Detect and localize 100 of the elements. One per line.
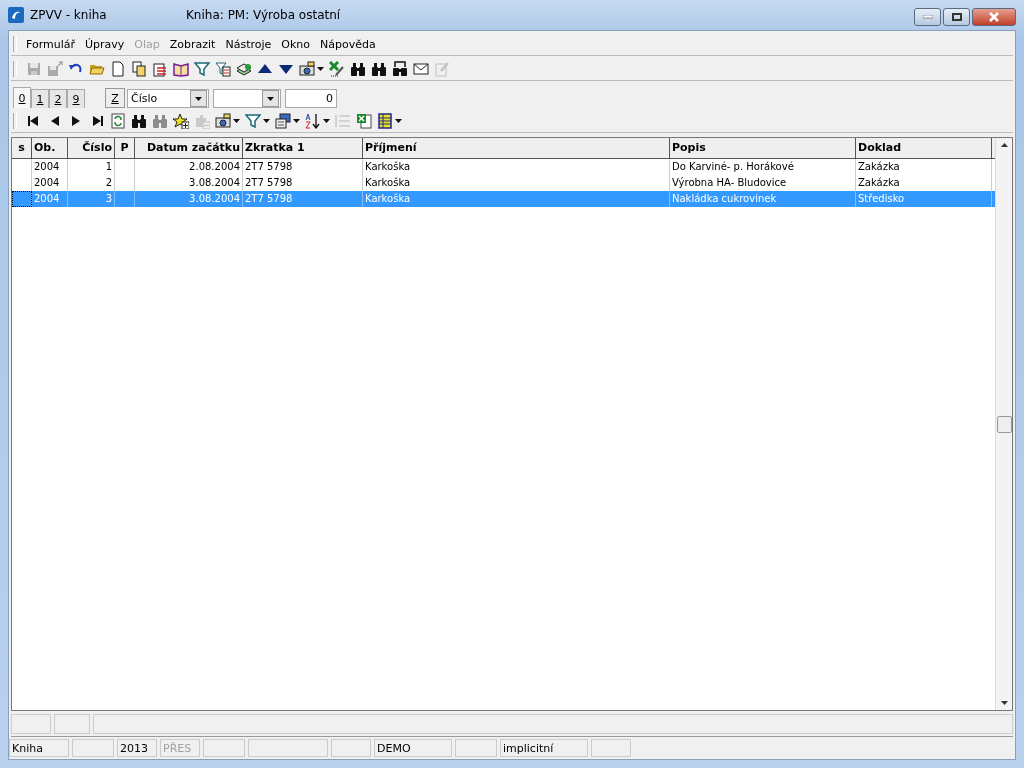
status-panel xyxy=(591,739,631,757)
menu-item[interactable]: Nápověda xyxy=(315,35,381,53)
table-cell: 2004 xyxy=(34,177,60,188)
table-cell: Do Karviné- p. Horákové xyxy=(672,161,794,172)
close-icon xyxy=(988,12,1000,22)
caret-icon[interactable] xyxy=(395,119,402,123)
refresh-icon[interactable] xyxy=(110,113,126,129)
star-plus-icon[interactable] xyxy=(173,113,189,129)
table-cell: 2T7 5798 xyxy=(245,193,293,204)
filter-icon[interactable] xyxy=(245,113,261,129)
column-header[interactable]: Zkratka 1 xyxy=(243,138,363,158)
column-header[interactable]: Doklad xyxy=(856,138,992,158)
envelope-icon[interactable] xyxy=(413,61,429,77)
table-cell: Výrobna HA- Bludovice xyxy=(672,177,787,188)
table-cell: Karkoška xyxy=(365,177,411,188)
table-cell: 2.08.2004 xyxy=(189,161,240,172)
binoculars-icon[interactable] xyxy=(371,61,387,77)
copy-icon[interactable] xyxy=(131,61,147,77)
filter-button[interactable]: Z xyxy=(105,88,125,108)
status-field: DEMO xyxy=(374,739,452,757)
field-dropdown[interactable]: Číslo xyxy=(127,89,209,108)
caret-icon xyxy=(267,96,274,101)
status-panel xyxy=(203,739,245,757)
scroll-up-icon[interactable] xyxy=(1000,143,1008,147)
table-cell: Nakládka cukrovinek xyxy=(672,193,777,204)
binoculars-arrow-icon[interactable] xyxy=(392,61,408,77)
status-panel xyxy=(54,714,90,734)
stack-icon[interactable] xyxy=(236,61,252,77)
caret-icon[interactable] xyxy=(293,119,300,123)
column-header[interactable]: Číslo xyxy=(68,138,115,158)
book-icon[interactable] xyxy=(173,61,189,77)
scroll-down-icon[interactable] xyxy=(1000,701,1008,705)
vertical-scrollbar[interactable] xyxy=(995,138,1012,710)
status-panel xyxy=(331,739,371,757)
filter-icon[interactable] xyxy=(194,61,210,77)
table-cell: Zakázka xyxy=(858,177,900,188)
table-cell: 2T7 5798 xyxy=(245,161,293,172)
caret-icon xyxy=(195,96,202,101)
menu-item[interactable]: Zobrazit xyxy=(164,35,221,53)
status-panel xyxy=(11,714,51,734)
window-subtitle: Kniha: PM: Výroba ostatní xyxy=(186,8,342,22)
table-cell: 2T7 5798 xyxy=(245,177,293,188)
binoculars-icon[interactable] xyxy=(131,113,147,129)
clipboard-icon[interactable] xyxy=(152,61,168,77)
maximize-button[interactable] xyxy=(943,8,970,26)
table-cell: Středisko xyxy=(858,193,905,204)
table-cell: 1 xyxy=(105,161,112,172)
camera-icon[interactable] xyxy=(299,61,315,77)
table-cell: 3.08.2004 xyxy=(189,193,240,204)
tab[interactable]: 2 xyxy=(49,89,67,108)
tab[interactable]: 1 xyxy=(31,89,49,108)
menu-item[interactable]: Okno xyxy=(276,35,316,53)
column-header[interactable]: P xyxy=(115,138,135,158)
caret-icon[interactable] xyxy=(317,67,324,71)
table-row[interactable]: 2004 1 2.08.2004 2T7 5798 Karkoška Do Karviné- p. Horákové Zakázka xyxy=(12,159,995,175)
menu-item[interactable]: Úpravy xyxy=(80,35,130,53)
minimize-icon xyxy=(922,15,933,19)
tab[interactable]: 0 xyxy=(13,87,31,108)
status-field: Kniha xyxy=(9,739,69,757)
binoculars-icon[interactable] xyxy=(350,61,366,77)
close-button[interactable] xyxy=(972,8,1016,26)
menu-item[interactable]: Formulář xyxy=(21,35,80,53)
table-cell: Karkoška xyxy=(365,161,411,172)
maximize-icon xyxy=(951,13,962,21)
window-title: ZPVV - kniha xyxy=(30,8,108,22)
caret-icon[interactable] xyxy=(233,119,240,123)
column-header[interactable]: Popis xyxy=(670,138,856,158)
table-icon[interactable] xyxy=(377,113,393,129)
value-field[interactable]: 0 xyxy=(285,89,337,108)
table-cell: 2004 xyxy=(34,161,60,172)
table-cell: 2 xyxy=(105,177,112,188)
minimize-button[interactable] xyxy=(914,8,941,26)
table-cell: 2004 xyxy=(34,193,60,204)
status-field: implicitní xyxy=(500,739,588,757)
tab[interactable]: 9 xyxy=(67,89,85,108)
app-logo-icon xyxy=(8,7,24,23)
windows-icon[interactable] xyxy=(275,113,291,129)
caret-icon[interactable] xyxy=(323,119,330,123)
caret-icon[interactable] xyxy=(263,119,270,123)
table-cell: 3.08.2004 xyxy=(189,177,240,188)
status-panel xyxy=(455,739,497,757)
column-header[interactable]: Ob. xyxy=(32,138,68,158)
operator-dropdown[interactable] xyxy=(213,89,281,108)
status-field: 2013 xyxy=(117,739,157,757)
column-header[interactable]: Příjmení xyxy=(363,138,670,158)
sort-icon[interactable] xyxy=(305,113,321,129)
menu-item[interactable]: Nástroje xyxy=(220,35,277,53)
excel-icon[interactable] xyxy=(356,113,372,129)
table-cell: Karkoška xyxy=(365,193,411,204)
spreadsheet-pen-icon[interactable] xyxy=(329,61,345,77)
filter-document-icon[interactable] xyxy=(215,61,231,77)
column-header[interactable]: Datum začátku xyxy=(135,138,243,158)
scroll-thumb[interactable] xyxy=(996,415,1012,433)
camera-icon[interactable] xyxy=(215,113,231,129)
document-icon[interactable] xyxy=(110,61,126,77)
column-header[interactable]: s xyxy=(12,138,32,158)
status-field: PŘES xyxy=(160,739,200,757)
table-cell: Zakázka xyxy=(858,161,900,172)
status-panel xyxy=(72,739,114,757)
table-cell: 3 xyxy=(105,193,112,204)
